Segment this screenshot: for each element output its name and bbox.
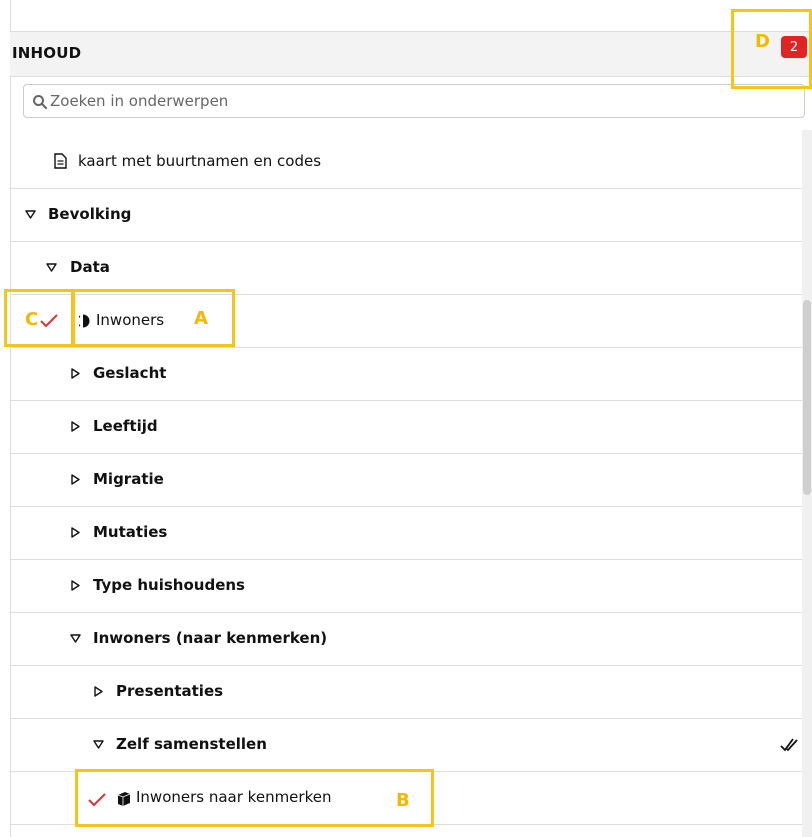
annotation-label-a: A: [194, 308, 208, 329]
cube-icon: [117, 792, 131, 806]
tree-item-label: Inwoners (naar kenmerken): [93, 629, 328, 647]
tree-item-migratie[interactable]: Migratie: [10, 454, 812, 507]
tree-item-label: Geslacht: [93, 364, 167, 382]
tree-item-label: Bevolking: [48, 205, 132, 223]
half-circle-icon: [79, 314, 90, 328]
panel-title: INHOUD: [12, 44, 82, 62]
tree-item-type-huishoudens[interactable]: Type huishoudens: [10, 560, 812, 613]
checkmark-icon[interactable]: [88, 793, 106, 807]
tree-item-inwoners-naar-kenmerken[interactable]: Inwoners naar kenmerken: [10, 772, 812, 825]
tree-item-label: Zelf samenstellen: [116, 735, 267, 753]
tree-item-inwoners[interactable]: Inwoners: [10, 295, 812, 348]
tree-item-label: Mutaties: [93, 523, 168, 541]
tree-item-label: kaart met buurtnamen en codes: [78, 152, 322, 170]
tree-item-data[interactable]: Data: [10, 242, 812, 295]
annotation-label-b: B: [396, 790, 410, 811]
tree-item-document[interactable]: kaart met buurtnamen en codes: [10, 136, 812, 189]
annotation-label-d: D: [755, 31, 770, 52]
triangle-right-icon: [71, 474, 80, 485]
tree-item-leeftijd[interactable]: Leeftijd: [10, 401, 812, 454]
search-icon: [33, 95, 48, 110]
search-input[interactable]: Zoeken in onderwerpen: [23, 84, 805, 118]
notification-badge[interactable]: 2: [781, 36, 807, 58]
tree-item-zelf-samenstellen[interactable]: Zelf samenstellen: [10, 719, 812, 772]
search-placeholder: Zoeken in onderwerpen: [50, 92, 229, 110]
triangle-right-icon: [71, 527, 80, 538]
triangle-right-icon: [71, 368, 80, 379]
tree-item-geslacht[interactable]: Geslacht: [10, 348, 812, 401]
tree-item-label: Leeftijd: [93, 417, 158, 435]
triangle-down-icon: [70, 634, 81, 643]
tree-item-label: Data: [70, 258, 110, 276]
tree-item-label: Inwoners: [96, 311, 165, 329]
tree-item-mutaties[interactable]: Mutaties: [10, 507, 812, 560]
triangle-right-icon: [71, 421, 80, 432]
scrollbar-thumb[interactable]: [803, 300, 811, 495]
tree-item-label: Migratie: [93, 470, 164, 488]
annotation-label-c: C: [25, 309, 39, 330]
checkmark-icon[interactable]: [40, 314, 58, 328]
tree-item-label: Presentaties: [116, 682, 224, 700]
document-icon: [54, 153, 67, 169]
triangle-down-icon: [93, 740, 104, 749]
triangle-down-icon: [25, 210, 36, 219]
triangle-right-icon: [94, 686, 103, 697]
tree-item-label: Type huishoudens: [93, 576, 245, 594]
tree-item-bevolking[interactable]: Bevolking: [10, 189, 812, 242]
triangle-down-icon: [46, 263, 57, 272]
tree-item-presentaties[interactable]: Presentaties: [10, 666, 812, 719]
tree-item-inwoners-naar-kenmerken-folder[interactable]: Inwoners (naar kenmerken): [10, 613, 812, 666]
panel-header: INHOUD: [10, 31, 812, 77]
triangle-right-icon: [71, 580, 80, 591]
tree-item-label: Inwoners naar kenmerken: [136, 788, 332, 806]
double-check-icon[interactable]: [780, 737, 798, 753]
